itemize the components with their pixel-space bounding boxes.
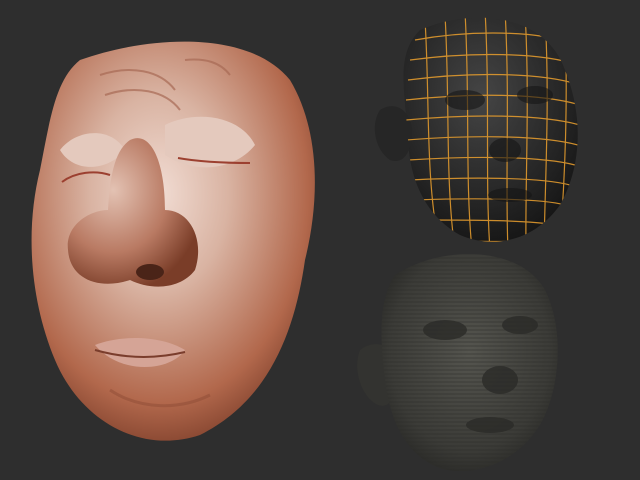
displacement-head-render [357,254,558,472]
render-canvas [31,17,578,472]
wireframe-head-shape [403,17,578,242]
sculpt-render-scene [0,0,640,480]
wireframe-ear [374,106,412,161]
skin-face-render [31,41,315,441]
wireframe-head-render [374,17,578,242]
